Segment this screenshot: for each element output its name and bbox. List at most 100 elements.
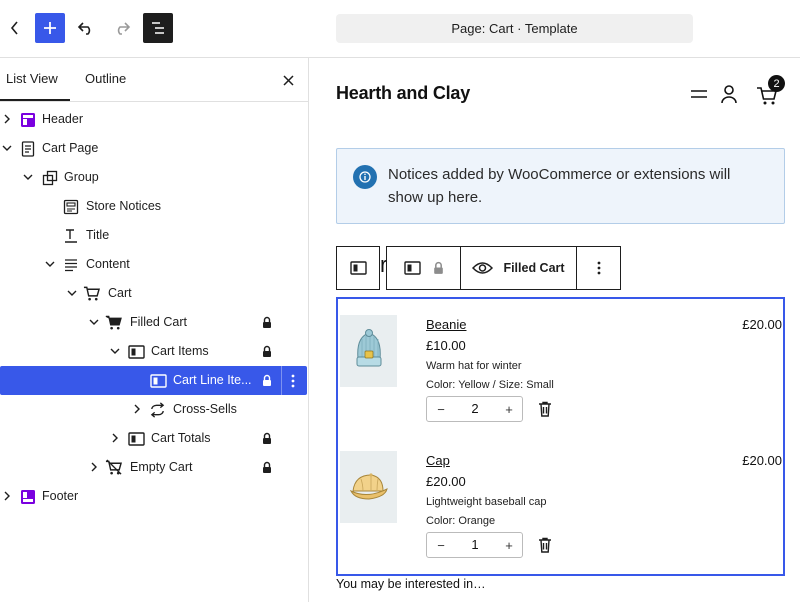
- close-sidebar-button[interactable]: [278, 70, 298, 90]
- product-variation: Color: Yellow / Size: Small: [426, 379, 554, 391]
- editor-canvas: Hearth and Clay 2 Notices added by WooCo…: [310, 58, 800, 602]
- editor-top-toolbar: Page: Cart · Template: [0, 0, 800, 58]
- cross-sells-heading: You may be interested in…: [336, 577, 486, 591]
- tree-item-label: Header: [42, 112, 83, 126]
- product-thumbnail[interactable]: [340, 451, 397, 523]
- tree-item-label: Store Notices: [86, 199, 162, 213]
- more-vertical-icon: [597, 261, 600, 275]
- view-switcher-button[interactable]: Filled Cart: [461, 247, 576, 289]
- tree-item-label: Filled Cart: [130, 315, 187, 329]
- product-price: £10.00: [426, 338, 466, 353]
- tree-item-filled-cart[interactable]: Filled Cart: [0, 308, 307, 337]
- tree-item-label: Group: [64, 170, 99, 184]
- cart-line-item: Cap £20.00 Lightweight baseball cap Colo…: [338, 451, 783, 571]
- cart-line-items-block[interactable]: Beanie £10.00 Warm hat for winter Color:…: [336, 297, 785, 576]
- tree-item-title[interactable]: Title: [0, 221, 307, 250]
- cap-image-icon: [349, 473, 388, 500]
- filled-cart-icon: [105, 314, 122, 331]
- eye-icon: [472, 262, 494, 274]
- tree-item-cross-sells[interactable]: Cross-Sells: [0, 395, 307, 424]
- block-type-button[interactable]: [387, 247, 460, 289]
- tree-item-cart-line-items[interactable]: Cart Line Ite...: [0, 366, 307, 395]
- active-tab-indicator: [0, 99, 70, 101]
- tree-item-cart-items[interactable]: Cart Items: [0, 337, 307, 366]
- chevron-down-icon[interactable]: [21, 170, 35, 184]
- chevron-right-icon[interactable]: [108, 431, 122, 445]
- block-toolbar-main: Filled Cart: [386, 246, 621, 290]
- tree-item-empty-cart[interactable]: Empty Cart: [0, 453, 307, 482]
- columns-icon: [403, 261, 421, 275]
- columns-icon: [128, 343, 145, 360]
- list-view-icon: [152, 22, 164, 34]
- template-part-icon: [19, 111, 36, 128]
- chevron-down-icon[interactable]: [65, 286, 79, 300]
- chevron-right-icon[interactable]: [87, 460, 101, 474]
- chevron-right-icon[interactable]: [130, 402, 144, 416]
- tree-item-cart-totals[interactable]: Cart Totals: [0, 424, 307, 453]
- quantity-decrease-button[interactable]: −: [427, 397, 455, 421]
- product-name-link[interactable]: Cap: [426, 453, 450, 468]
- list-view-sidebar: List View Outline Header Cart Page Group: [0, 58, 309, 602]
- select-parent-block-button[interactable]: [336, 246, 380, 290]
- line-total: £20.00: [742, 317, 782, 332]
- quantity-input[interactable]: 1: [455, 533, 495, 557]
- tree-item-label: Cart Page: [42, 141, 99, 155]
- add-block-button[interactable]: [35, 13, 65, 43]
- chevron-down-icon[interactable]: [43, 257, 57, 271]
- tree-item-content[interactable]: Content: [0, 250, 307, 279]
- quantity-increase-button[interactable]: +: [495, 397, 523, 421]
- tree-item-store-notices[interactable]: Store Notices: [0, 192, 307, 221]
- plus-icon: [44, 22, 56, 34]
- lock-icon: [263, 461, 271, 473]
- chevron-right-icon[interactable]: [0, 112, 14, 126]
- product-description: Lightweight baseball cap: [426, 496, 547, 508]
- trash-icon[interactable]: [538, 401, 552, 417]
- product-name-link[interactable]: Beanie: [426, 317, 466, 332]
- columns-icon: [349, 261, 367, 275]
- redo-button[interactable]: [107, 13, 137, 43]
- quantity-input[interactable]: 2: [455, 397, 495, 421]
- store-notices-placeholder: Notices added by WooCommerce or extensio…: [336, 148, 785, 224]
- tab-list-view[interactable]: List View: [6, 58, 58, 102]
- chevron-down-icon[interactable]: [108, 344, 122, 358]
- lock-icon: [263, 316, 271, 328]
- line-total: £20.00: [742, 453, 782, 468]
- tree-item-label: Title: [86, 228, 110, 242]
- tab-outline[interactable]: Outline: [85, 58, 126, 102]
- tree-item-header[interactable]: Header: [0, 105, 307, 134]
- content-icon: [62, 256, 79, 273]
- quantity-increase-button[interactable]: +: [495, 533, 523, 557]
- user-icon[interactable]: [720, 84, 738, 104]
- group-icon: [41, 169, 58, 186]
- tree-item-group[interactable]: Group: [0, 163, 307, 192]
- tree-item-label: Content: [86, 257, 130, 271]
- close-icon: [282, 74, 294, 86]
- quantity-stepper: − 1 +: [426, 532, 523, 558]
- menu-icon[interactable]: [690, 86, 708, 102]
- lock-icon: [433, 261, 443, 274]
- document-overview-button[interactable]: [143, 13, 173, 43]
- back-button[interactable]: [0, 13, 30, 43]
- beanie-image-icon: [356, 329, 381, 367]
- tree-item-label: Cart Items: [151, 344, 209, 358]
- undo-button[interactable]: [71, 13, 101, 43]
- tree-item-footer[interactable]: Footer: [0, 482, 307, 511]
- site-title[interactable]: Hearth and Clay: [336, 83, 470, 104]
- tree-item-label: Footer: [42, 489, 79, 503]
- tree-item-label: Empty Cart: [130, 460, 193, 474]
- chevron-left-icon: [10, 21, 18, 35]
- trash-icon[interactable]: [538, 537, 552, 553]
- tree-item-cart-page[interactable]: Cart Page: [0, 134, 307, 163]
- chevron-down-icon[interactable]: [0, 141, 14, 155]
- product-thumbnail[interactable]: [340, 315, 397, 387]
- block-more-options-button[interactable]: [577, 247, 620, 289]
- quantity-stepper: − 2 +: [426, 396, 523, 422]
- notice-text: Notices added by WooCommerce or extensio…: [388, 166, 731, 206]
- quantity-decrease-button[interactable]: −: [427, 533, 455, 557]
- chevron-down-icon[interactable]: [87, 315, 101, 329]
- tree-item-cart[interactable]: Cart: [0, 279, 307, 308]
- block-options-button[interactable]: [281, 366, 303, 395]
- chevron-right-icon[interactable]: [0, 489, 14, 503]
- document-title-bar[interactable]: Page: Cart · Template: [336, 14, 693, 43]
- undo-icon: [77, 22, 91, 35]
